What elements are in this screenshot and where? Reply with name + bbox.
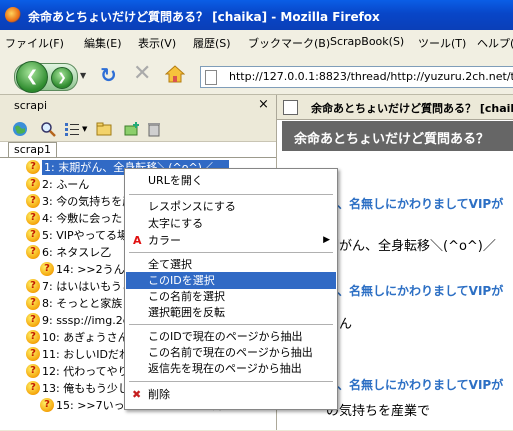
title-bar: 余命あとちょいだけど質問ある？ [chaika] - Mozilla Firef… bbox=[0, 0, 513, 30]
stop-icon[interactable]: ✕ bbox=[133, 61, 151, 86]
menu-file[interactable]: ファイル(F) bbox=[5, 35, 64, 51]
delete-icon: ✖ bbox=[132, 388, 142, 401]
question-icon: ? bbox=[26, 228, 40, 242]
thread-title-bar: 余命あとちょいだけど質問ある？ bbox=[282, 121, 513, 151]
menu-view[interactable]: 表示(V) bbox=[138, 35, 176, 51]
menu-select-id[interactable]: このIDを選択 bbox=[126, 272, 336, 289]
sidebar-header: scrapi × bbox=[0, 95, 276, 117]
menu-history[interactable]: 履歴(S) bbox=[193, 35, 231, 51]
history-dropdown-icon[interactable]: ▼ bbox=[80, 71, 86, 80]
context-menu: URLを開く レスポンスにする 太字にする A カラー ▶ 全て選択 このIDを選択… bbox=[124, 168, 338, 410]
sidebar-toolbar: ▼ bbox=[0, 117, 276, 142]
menu-select-all[interactable]: 全て選択 bbox=[126, 256, 336, 273]
post-name-3: す、名無しにかわりましてVIPが bbox=[326, 378, 504, 392]
navigation-toolbar: ❮ ❯ ▼ ↻ ✕ http://127.0.0.1:8823/thread/h… bbox=[0, 54, 513, 95]
menu-color[interactable]: A カラー ▶ bbox=[126, 232, 336, 249]
search-icon[interactable] bbox=[40, 121, 56, 137]
menu-separator bbox=[129, 324, 333, 325]
question-icon: ? bbox=[40, 262, 54, 276]
back-button[interactable]: ❮ bbox=[16, 61, 48, 93]
menu-invert-selection[interactable]: 選択範囲を反転 bbox=[126, 304, 336, 321]
content-tab[interactable]: 余命あとちょいだけど質問ある？ [chaika bbox=[277, 95, 513, 120]
tab-icon bbox=[283, 100, 298, 115]
color-a-icon: A bbox=[133, 234, 142, 247]
page-icon bbox=[205, 70, 217, 85]
question-icon: ? bbox=[26, 177, 40, 191]
post-name-1: す、名無しにかわりましてVIPが bbox=[326, 197, 504, 211]
question-icon: ? bbox=[26, 211, 40, 225]
question-icon: ? bbox=[26, 313, 40, 327]
menu-bar: ファイル(F) 編集(E) 表示(V) 履歴(S) ブックマーク(B) Scra… bbox=[0, 30, 513, 54]
question-icon: ? bbox=[26, 194, 40, 208]
question-icon: ? bbox=[40, 398, 54, 412]
url-bar[interactable]: http://127.0.0.1:8823/thread/http://yuzu… bbox=[200, 66, 513, 88]
menu-make-response[interactable]: レスポンスにする bbox=[126, 198, 336, 215]
url-text: http://127.0.0.1:8823/thread/http://yuzu… bbox=[229, 70, 513, 83]
menu-bold[interactable]: 太字にする bbox=[126, 215, 336, 232]
post-body-1: 期がん、全身転移＼(^o^)／ bbox=[326, 239, 496, 254]
thread-title: 余命あとちょいだけど質問ある？ bbox=[294, 132, 490, 147]
question-icon: ? bbox=[26, 296, 40, 310]
menu-scrapbook[interactable]: ScrapBook(S) bbox=[330, 35, 404, 48]
forward-button[interactable]: ❯ bbox=[51, 67, 73, 89]
scrap-tab[interactable]: scrap1 bbox=[8, 142, 58, 157]
question-icon: ? bbox=[26, 347, 40, 361]
reload-icon[interactable]: ↻ bbox=[100, 63, 117, 87]
question-icon: ? bbox=[26, 160, 40, 174]
question-icon: ? bbox=[26, 279, 40, 293]
menu-open-url[interactable]: URLを開く bbox=[126, 172, 336, 189]
menu-tools[interactable]: ツール(T) bbox=[418, 35, 466, 51]
globe-icon[interactable] bbox=[12, 121, 28, 137]
question-icon: ? bbox=[26, 330, 40, 344]
question-icon: ? bbox=[26, 381, 40, 395]
submenu-arrow-icon: ▶ bbox=[323, 235, 330, 245]
post-name-2: す、名無しにかわりましてVIPが bbox=[326, 284, 504, 298]
home-icon[interactable] bbox=[165, 64, 185, 84]
menu-separator bbox=[129, 252, 333, 253]
post-body-3: の気持ちを産業で bbox=[326, 404, 431, 419]
trash-icon[interactable] bbox=[146, 121, 162, 137]
sidebar-close-button[interactable]: × bbox=[258, 97, 269, 112]
question-icon: ? bbox=[26, 245, 40, 259]
content-tab-title: 余命あとちょいだけど質問ある？ [chaika bbox=[311, 102, 513, 115]
firefox-icon bbox=[5, 7, 21, 23]
folder-icon[interactable] bbox=[96, 121, 112, 137]
menu-separator bbox=[129, 381, 333, 382]
list-view-icon[interactable] bbox=[64, 121, 80, 137]
menu-extract-reply[interactable]: 返信先を現在のページから抽出 bbox=[126, 360, 336, 377]
window-title: 余命あとちょいだけど質問ある？ [chaika] - Mozilla Firef… bbox=[28, 10, 380, 24]
menu-separator bbox=[129, 194, 333, 195]
menu-delete[interactable]: ✖ 削除 bbox=[126, 386, 336, 403]
menu-extract-name[interactable]: この名前で現在のページから抽出 bbox=[126, 344, 336, 361]
new-folder-icon[interactable] bbox=[124, 121, 140, 137]
list-dropdown-icon[interactable]: ▼ bbox=[82, 125, 87, 133]
menu-select-name[interactable]: この名前を選択 bbox=[126, 288, 336, 305]
menu-edit[interactable]: 編集(E) bbox=[84, 35, 122, 51]
menu-extract-id[interactable]: このIDで現在のページから抽出 bbox=[126, 328, 336, 345]
menu-bookmarks[interactable]: ブックマーク(B) bbox=[248, 35, 330, 51]
menu-help[interactable]: ヘルプ( bbox=[477, 35, 513, 51]
sidebar-title: scrapi bbox=[14, 99, 48, 112]
question-icon: ? bbox=[26, 364, 40, 378]
